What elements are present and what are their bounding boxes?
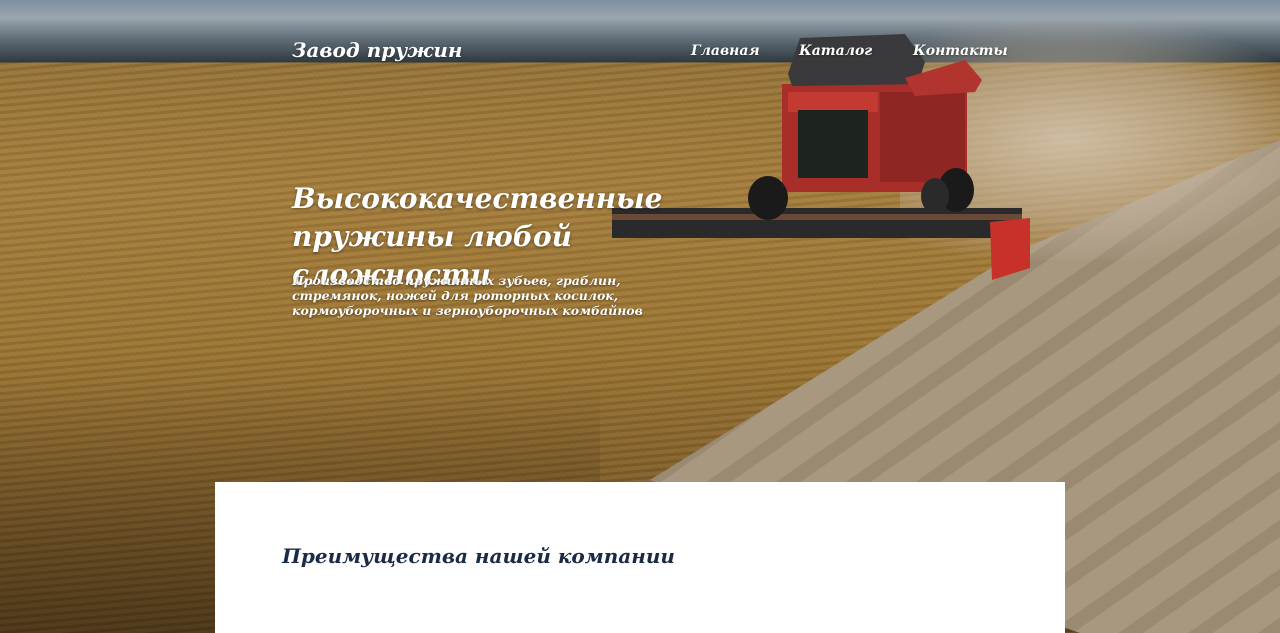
site-logo-title[interactable]: Завод пружин xyxy=(292,38,462,62)
nav-link-home[interactable]: Главная xyxy=(691,43,760,59)
advantages-section-card: Преимущества нашей компании xyxy=(215,482,1065,633)
nav-link-catalog[interactable]: Каталог xyxy=(799,43,872,59)
hero-headline-line-1: Высококачественные xyxy=(292,182,663,215)
hero-description: Производство пружинных зубьев, граблин, … xyxy=(292,273,643,318)
advantages-section-title: Преимущества нашей компании xyxy=(282,544,675,568)
nav-link-contacts[interactable]: Контакты xyxy=(913,43,1008,59)
